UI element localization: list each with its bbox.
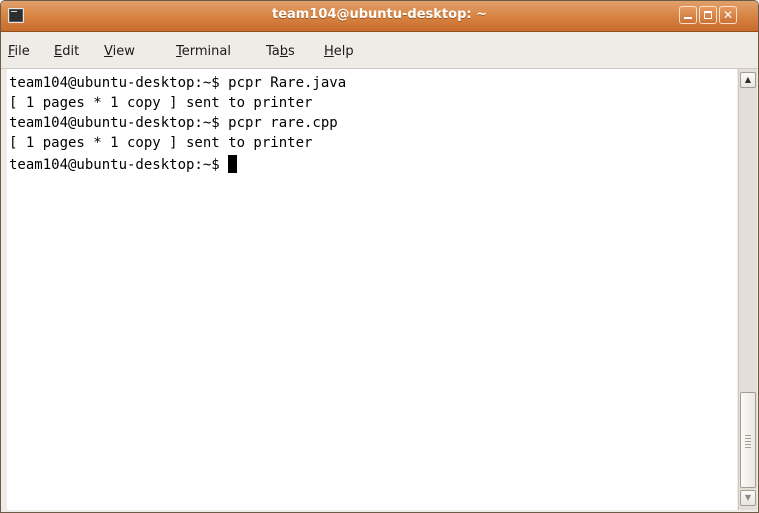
minimize-icon (684, 17, 692, 19)
terminal-window: team104@ubuntu-desktop: ~ ✕ File Edit Vi… (0, 0, 759, 513)
close-icon: ✕ (722, 8, 734, 22)
title-bar[interactable]: team104@ubuntu-desktop: ~ ✕ (1, 1, 758, 32)
menu-tabs-label: s (288, 44, 295, 59)
maximize-icon (704, 11, 712, 19)
text-cursor (228, 155, 238, 173)
menu-view-label: iew (112, 44, 135, 59)
menu-file[interactable]: File (8, 44, 30, 59)
scroll-thumb[interactable] (740, 392, 756, 488)
menu-help-mnemonic: H (324, 44, 334, 59)
terminal-prompt-line: team104@ubuntu-desktop:~$ (9, 155, 238, 174)
arrow-down-icon: ▼ (744, 493, 752, 502)
menu-tabs-prefix: Ta (266, 44, 280, 59)
terminal-line: team104@ubuntu-desktop:~$ pcpr Rare.java (9, 75, 347, 91)
minimize-button[interactable] (679, 6, 697, 24)
menu-bar: File Edit View Terminal Tabs Help (1, 32, 758, 69)
menu-tabs[interactable]: Tabs (266, 44, 295, 59)
terminal-line: team104@ubuntu-desktop:~$ pcpr rare.cpp (9, 115, 338, 131)
window-title: team104@ubuntu-desktop: ~ (272, 7, 487, 22)
menu-file-label: ile (14, 44, 30, 59)
menu-edit[interactable]: Edit (54, 44, 79, 59)
menu-tabs-mnemonic: b (279, 44, 289, 59)
menu-terminal-label: erminal (181, 44, 231, 59)
menu-edit-mnemonic: E (54, 44, 63, 59)
menu-terminal[interactable]: Terminal (176, 44, 231, 59)
arrow-up-icon: ▲ (744, 75, 752, 84)
terminal-prompt: team104@ubuntu-desktop:~$ (9, 157, 229, 173)
close-button[interactable]: ✕ (719, 6, 737, 24)
scroll-up-button[interactable]: ▲ (740, 72, 756, 88)
maximize-button[interactable] (699, 6, 717, 24)
menu-edit-label: dit (62, 44, 80, 59)
menu-view-mnemonic: V (104, 44, 113, 59)
vertical-scrollbar[interactable]: ▲ ▼ (738, 69, 757, 510)
terminal-output[interactable]: team104@ubuntu-desktop:~$ pcpr Rare.java… (7, 69, 737, 510)
menu-view[interactable]: View (104, 44, 135, 59)
grip-icon (745, 435, 751, 449)
menu-help[interactable]: Help (324, 44, 354, 59)
terminal-line: [ 1 pages * 1 copy ] sent to printer (9, 135, 313, 151)
scroll-down-button[interactable]: ▼ (740, 490, 756, 506)
terminal-line: [ 1 pages * 1 copy ] sent to printer (9, 95, 313, 111)
menu-help-label: elp (333, 44, 354, 59)
